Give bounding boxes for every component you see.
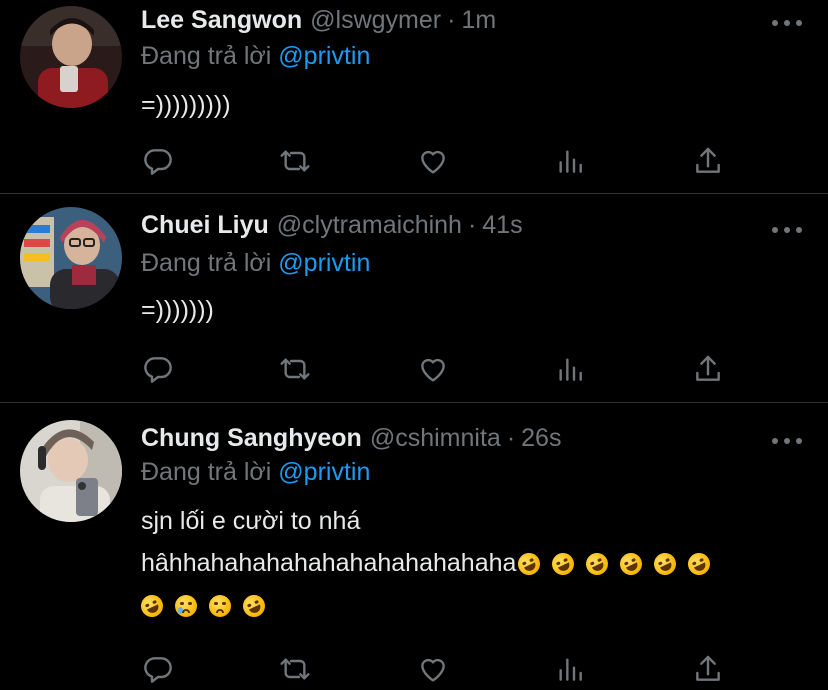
stats-icon[interactable] bbox=[553, 652, 587, 686]
like-icon[interactable] bbox=[416, 144, 450, 178]
replying-to: Đang trả lời @privtin bbox=[141, 458, 370, 487]
timestamp[interactable]: 41s bbox=[482, 211, 522, 240]
reply-feed: Lee Sangwon @lswgymer · 1m Đang trả lời … bbox=[0, 0, 828, 690]
username[interactable]: @cshimnita bbox=[370, 424, 501, 453]
replying-label: Đang trả lời bbox=[141, 42, 272, 70]
avatar[interactable] bbox=[20, 420, 122, 522]
tweet-text-line: hâhhahahahahahahahahahahaha bbox=[141, 542, 715, 584]
username[interactable]: @lswgymer bbox=[310, 6, 441, 35]
rolling-on-floor-laughing-emoji bbox=[684, 549, 715, 580]
action-bar bbox=[141, 144, 741, 178]
emoji-row bbox=[137, 591, 269, 622]
emoji-row bbox=[514, 549, 715, 580]
tweet[interactable]: Chung Sanghyeon @cshimnita · 26s Đang tr… bbox=[0, 404, 828, 690]
reply-icon[interactable] bbox=[141, 352, 175, 386]
tweet[interactable]: Lee Sangwon @lswgymer · 1m Đang trả lời … bbox=[0, 0, 828, 194]
replying-label: Đang trả lời bbox=[141, 249, 272, 277]
rolling-on-floor-laughing-emoji bbox=[137, 591, 167, 622]
crying-face-emoji bbox=[175, 595, 197, 618]
replying-to: Đang trả lời @privtin bbox=[141, 249, 370, 278]
replying-label: Đang trả lời bbox=[141, 458, 272, 486]
share-icon[interactable] bbox=[691, 352, 725, 386]
share-icon[interactable] bbox=[691, 652, 725, 686]
mention-link[interactable]: @privtin bbox=[278, 249, 370, 277]
retweet-icon[interactable] bbox=[278, 144, 312, 178]
avatar[interactable] bbox=[20, 6, 122, 108]
username[interactable]: @clytramaichinh bbox=[277, 211, 462, 240]
action-bar bbox=[141, 352, 741, 386]
tweet-header: Chung Sanghyeon @cshimnita · 26s bbox=[141, 424, 561, 458]
display-name[interactable]: Lee Sangwon bbox=[141, 6, 302, 35]
rolling-on-floor-laughing-emoji bbox=[514, 549, 545, 580]
rolling-on-floor-laughing-emoji bbox=[548, 549, 579, 580]
tweet-text-line: =))))))))) bbox=[141, 91, 231, 119]
reply-icon[interactable] bbox=[141, 652, 175, 686]
action-bar bbox=[141, 652, 741, 686]
rolling-on-floor-laughing-emoji bbox=[650, 549, 681, 580]
retweet-icon[interactable] bbox=[278, 652, 312, 686]
tweet-text: sjn lối e cười to nhá hâhhahahahahahahah… bbox=[137, 500, 715, 626]
like-icon[interactable] bbox=[416, 652, 450, 686]
rolling-on-floor-laughing-emoji bbox=[616, 549, 647, 580]
rolling-on-floor-laughing-emoji bbox=[582, 549, 613, 580]
rolling-on-floor-laughing-emoji bbox=[239, 591, 269, 622]
reply-icon[interactable] bbox=[141, 144, 175, 178]
avatar-photo bbox=[20, 207, 122, 309]
share-icon[interactable] bbox=[691, 144, 725, 178]
display-name[interactable]: Chung Sanghyeon bbox=[141, 424, 362, 453]
like-icon[interactable] bbox=[416, 352, 450, 386]
more-options-icon[interactable] bbox=[772, 225, 802, 235]
tweet-text-line: sjn lối e cười to nhá bbox=[141, 507, 361, 535]
tweet-header: Lee Sangwon @lswgymer · 1m bbox=[141, 6, 496, 40]
separator: · bbox=[506, 424, 516, 452]
tweet-text-line bbox=[137, 584, 710, 626]
avatar-photo bbox=[20, 420, 122, 522]
stats-icon[interactable] bbox=[553, 144, 587, 178]
tweet-header: Chuei Liyu @clytramaichinh · 41s bbox=[141, 211, 523, 245]
tweet-text-segment: hâhhahahahahahahahahahahaha bbox=[141, 549, 517, 577]
retweet-icon[interactable] bbox=[278, 352, 312, 386]
mention-link[interactable]: @privtin bbox=[278, 458, 370, 486]
tweet-text: =))))))) bbox=[141, 289, 214, 331]
tweet[interactable]: Chuei Liyu @clytramaichinh · 41s Đang tr… bbox=[0, 195, 828, 403]
more-options-icon[interactable] bbox=[772, 436, 802, 446]
stats-icon[interactable] bbox=[553, 352, 587, 386]
tweet-text: =))))))))) bbox=[141, 84, 231, 126]
avatar[interactable] bbox=[20, 207, 122, 309]
mention-link[interactable]: @privtin bbox=[278, 42, 370, 70]
avatar-photo bbox=[20, 6, 122, 108]
timestamp[interactable]: 1m bbox=[461, 6, 496, 35]
tweet-text-line: =))))))) bbox=[141, 296, 214, 324]
timestamp[interactable]: 26s bbox=[521, 424, 561, 453]
more-options-icon[interactable] bbox=[772, 18, 802, 28]
sad-face-emoji bbox=[209, 595, 231, 618]
separator: · bbox=[447, 6, 456, 34]
separator: · bbox=[467, 211, 477, 239]
replying-to: Đang trả lời @privtin bbox=[141, 42, 370, 71]
display-name[interactable]: Chuei Liyu bbox=[141, 211, 269, 240]
